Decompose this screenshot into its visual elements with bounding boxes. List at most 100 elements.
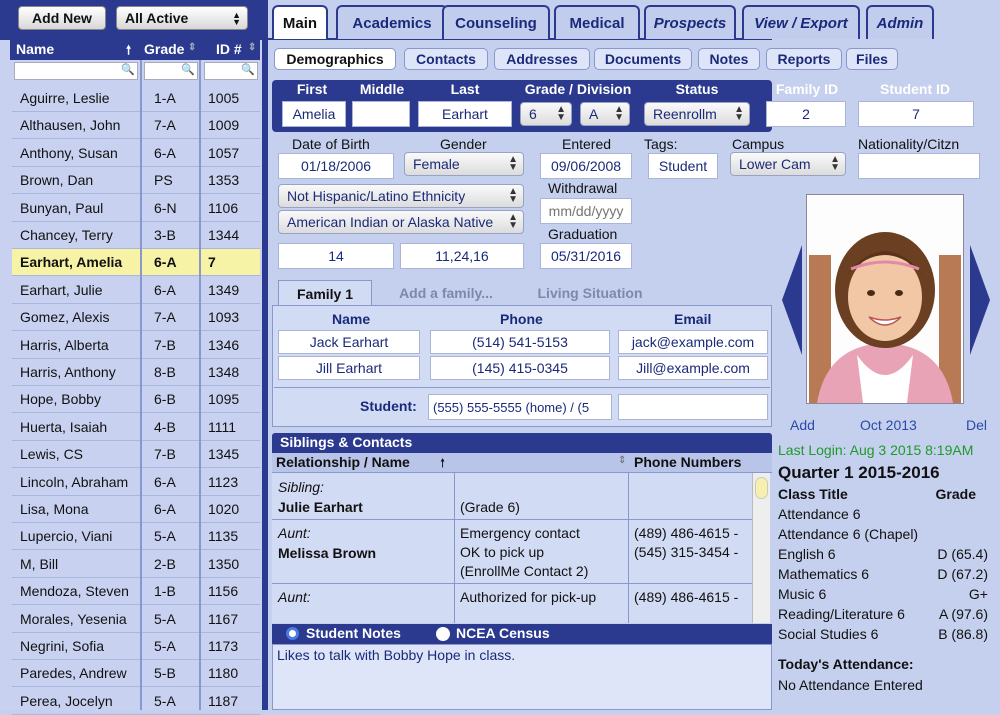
misc-field-a[interactable]: 14 xyxy=(278,243,394,269)
next-photo-arrow-icon[interactable] xyxy=(968,245,992,355)
student-row[interactable]: Negrini, Sofia 5-A 1173 xyxy=(12,633,260,660)
withdrawal-field[interactable] xyxy=(540,198,632,224)
tab-living-situation[interactable]: Living Situation xyxy=(520,280,660,306)
student-row[interactable]: Anthony, Susan 6-A 1057 xyxy=(12,140,260,167)
family-member-phone[interactable]: (514) 541-5153 xyxy=(430,330,610,354)
ncea-census-tab[interactable]: NCEA Census xyxy=(456,625,550,641)
student-row[interactable]: Harris, Alberta 7-B 1346 xyxy=(12,332,260,359)
gender-label: Gender xyxy=(440,136,487,152)
name-filter-input[interactable]: 🔍 xyxy=(14,62,138,80)
student-row[interactable]: Earhart, Julie 6-A 1349 xyxy=(12,277,260,304)
student-row[interactable]: Bunyan, Paul 6-N 1106 xyxy=(12,195,260,222)
student-row[interactable]: Althausen, John 7-A 1009 xyxy=(12,112,260,140)
student-row[interactable]: Morales, Yesenia 5-A 1167 xyxy=(12,606,260,633)
last-name-field[interactable]: Earhart xyxy=(418,101,512,127)
radio-selected-icon[interactable] xyxy=(286,627,299,640)
subtab-demographics[interactable]: Demographics xyxy=(274,48,396,70)
ethnicity-select[interactable]: Not Hispanic/Latino Ethnicity ▲ ▼ xyxy=(278,184,524,208)
family-member-name[interactable]: Jill Earhart xyxy=(278,356,420,380)
dob-field[interactable]: 01/18/2006 xyxy=(278,153,394,179)
family-member-email[interactable]: Jill@example.com xyxy=(618,356,768,380)
sibling-name: Julie Earhart xyxy=(278,499,363,515)
race-select[interactable]: American Indian or Alaska Native ▲ ▼ xyxy=(278,210,524,234)
student-row[interactable]: Lupercio, Viani 5-A 1135 xyxy=(12,523,260,551)
tab-prospects[interactable]: Prospects xyxy=(644,5,736,39)
subtab-notes[interactable]: Notes xyxy=(698,48,760,70)
student-row[interactable]: Huerta, Isaiah 4-B 1111 xyxy=(12,414,260,441)
student-row[interactable]: Earhart, Amelia 6-A 7 xyxy=(12,249,260,277)
entered-field[interactable]: 09/06/2008 xyxy=(540,153,632,179)
subtab-addresses[interactable]: Addresses xyxy=(494,48,590,70)
student-grade: 5-A xyxy=(154,610,176,627)
col-id-header[interactable]: ID # xyxy=(216,41,242,57)
tab-family-1[interactable]: Family 1 xyxy=(278,280,372,306)
student-row[interactable]: Chancey, Terry 3-B 1344 xyxy=(12,222,260,249)
subtab-contacts[interactable]: Contacts xyxy=(404,48,488,70)
student-row[interactable]: Lisa, Mona 6-A 1020 xyxy=(12,496,260,523)
tab-medical[interactable]: Medical xyxy=(554,5,640,39)
student-id: 1093 xyxy=(208,309,240,326)
student-row[interactable]: Gomez, Alexis 7-A 1093 xyxy=(12,304,260,332)
scrollbar-thumb[interactable] xyxy=(755,477,768,499)
family-phone-header: Phone xyxy=(500,311,543,327)
student-row[interactable]: Paredes, Andrew 5-B 1180 xyxy=(12,660,260,688)
tab-admin[interactable]: Admin xyxy=(866,5,934,39)
status-select[interactable]: Reenrollm ▲ ▼ xyxy=(644,102,750,126)
subtab-reports[interactable]: Reports xyxy=(766,48,842,70)
student-row[interactable]: Lewis, CS 7-B 1345 xyxy=(12,441,260,469)
photo-add-link[interactable]: Add xyxy=(790,417,815,433)
student-row[interactable]: Perea, Jocelyn 5-A 1187 xyxy=(12,688,260,715)
sort-icon[interactable]: ⇕ xyxy=(188,42,196,53)
filter-select[interactable]: All Active ▲ ▼ xyxy=(116,6,248,30)
gender-select[interactable]: Female ▲ ▼ xyxy=(404,152,524,176)
siblings-col-relationship[interactable]: Relationship / Name xyxy=(276,454,410,470)
student-row[interactable]: M, Bill 2-B 1350 xyxy=(12,551,260,578)
id-filter-input[interactable]: 🔍 xyxy=(204,62,258,80)
sort-up-icon[interactable]: 🠕 xyxy=(126,41,131,62)
family-member-phone[interactable]: (145) 415-0345 xyxy=(430,356,610,380)
student-row[interactable]: Harris, Anthony 8-B 1348 xyxy=(12,359,260,386)
sort-icon[interactable]: ⇕ xyxy=(248,42,256,53)
tab-academics[interactable]: Academics xyxy=(336,5,448,39)
family-id-field[interactable]: 2 xyxy=(766,101,846,127)
student-id-field[interactable]: 7 xyxy=(858,101,974,127)
sort-icon[interactable]: ⇕ xyxy=(618,455,626,466)
student-email-field[interactable] xyxy=(618,394,768,420)
graduation-field[interactable]: 05/31/2016 xyxy=(540,243,632,269)
tags-field[interactable]: Student xyxy=(648,153,718,179)
family-member-email[interactable]: jack@example.com xyxy=(618,330,768,354)
tab-add-family[interactable]: Add a family... xyxy=(380,280,512,306)
tab-view-export[interactable]: View / Export xyxy=(742,5,860,39)
student-row[interactable]: Aguirre, Leslie 1-A 1005 xyxy=(12,85,260,112)
radio-icon[interactable] xyxy=(436,627,450,641)
student-photo[interactable] xyxy=(806,194,964,404)
tab-main[interactable]: Main xyxy=(272,5,328,39)
photo-delete-link[interactable]: Del xyxy=(966,417,987,433)
col-grade-header[interactable]: Grade xyxy=(144,41,184,57)
first-name-field[interactable]: Amelia xyxy=(282,101,346,127)
add-new-button[interactable]: Add New xyxy=(18,6,106,30)
withdrawal-label: Withdrawal xyxy=(548,180,618,196)
subtab-files[interactable]: Files xyxy=(846,48,898,70)
family-member-name[interactable]: Jack Earhart xyxy=(278,330,420,354)
student-row[interactable]: Brown, Dan PS 1353 xyxy=(12,167,260,195)
grade-select[interactable]: 6 ▲ ▼ xyxy=(520,102,572,126)
misc-field-b[interactable]: 11,24,16 xyxy=(400,243,524,269)
nationality-field[interactable] xyxy=(858,153,980,179)
sort-up-icon[interactable]: 🠕 xyxy=(440,454,445,475)
division-select[interactable]: A ▲ ▼ xyxy=(580,102,630,126)
student-row[interactable]: Hope, Bobby 6-B 1095 xyxy=(12,386,260,414)
notes-textarea[interactable]: Likes to talk with Bobby Hope in class. xyxy=(272,644,772,710)
campus-select[interactable]: Lower Cam ▲ ▼ xyxy=(730,152,846,176)
tab-counseling[interactable]: Counseling xyxy=(442,5,550,39)
siblings-scrollbar[interactable] xyxy=(752,473,770,623)
prev-photo-arrow-icon[interactable] xyxy=(780,245,804,355)
grade-filter-input[interactable]: 🔍 xyxy=(144,62,198,80)
student-row[interactable]: Lincoln, Abraham 6-A 1123 xyxy=(12,469,260,496)
col-name-header[interactable]: Name xyxy=(16,41,54,57)
subtab-documents[interactable]: Documents xyxy=(594,48,692,70)
student-phone-field[interactable]: (555) 555-5555 (home) / (5 xyxy=(428,394,612,420)
student-row[interactable]: Mendoza, Steven 1-B 1156 xyxy=(12,578,260,606)
student-notes-tab[interactable]: Student Notes xyxy=(306,625,401,641)
middle-name-field[interactable] xyxy=(352,101,410,127)
